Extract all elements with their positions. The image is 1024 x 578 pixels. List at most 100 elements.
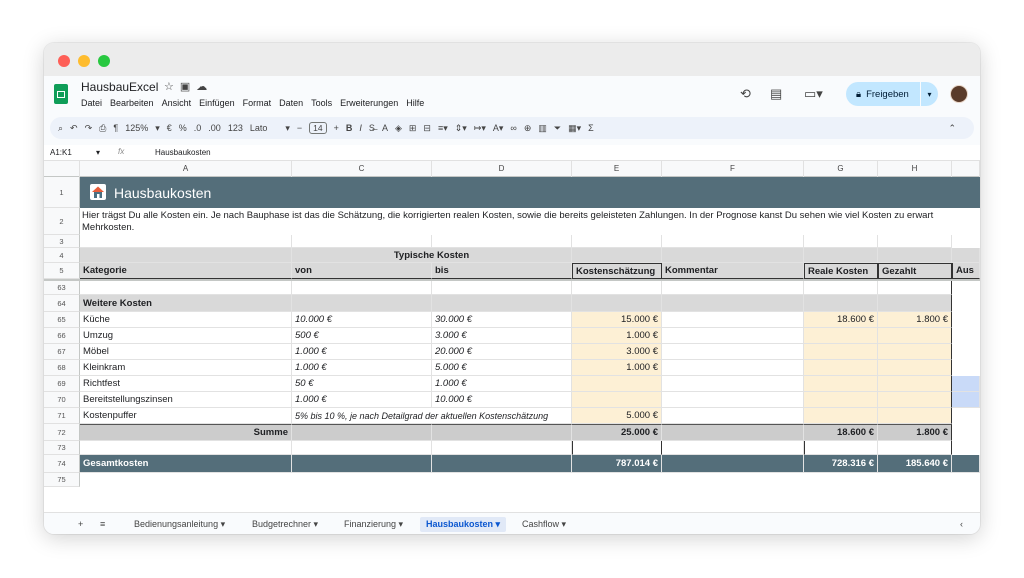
cell-von[interactable]: 50 € <box>292 376 432 392</box>
header-kategorie[interactable]: Kategorie <box>80 263 292 279</box>
cell[interactable] <box>878 248 952 263</box>
cell-kategorie[interactable]: Kostenpuffer <box>80 408 292 424</box>
row-header[interactable]: 74 <box>44 455 80 473</box>
cell-von[interactable]: 1.000 € <box>292 392 432 408</box>
cell-kommentar[interactable] <box>662 360 804 376</box>
undo-icon[interactable]: ↶ <box>70 123 78 134</box>
summe-reale-kosten[interactable]: 18.600 € <box>804 424 878 441</box>
cell[interactable] <box>292 281 432 295</box>
cell[interactable] <box>292 295 432 312</box>
cell-reale-kosten[interactable] <box>804 376 878 392</box>
formula-input[interactable]: Hausbaukosten <box>155 148 211 157</box>
menu-erweiterungen[interactable]: Erweiterungen <box>340 98 398 108</box>
cell-reale-kosten[interactable] <box>804 344 878 360</box>
cell-bis[interactable]: 5.000 € <box>432 360 572 376</box>
currency-format-button[interactable]: € <box>167 123 172 133</box>
align-icon[interactable]: ≡▾ <box>438 123 448 134</box>
cell-kategorie[interactable]: Umzug <box>80 328 292 344</box>
cell[interactable] <box>80 235 292 248</box>
cell[interactable] <box>80 281 292 295</box>
page-title[interactable]: Hausbaukosten <box>80 177 980 208</box>
close-window-button[interactable] <box>58 55 70 67</box>
cell[interactable] <box>662 248 804 263</box>
document-title[interactable]: HausbauExcel <box>81 80 158 94</box>
gesamt-kostenschaetzung[interactable]: 787.014 € <box>572 455 662 473</box>
cell[interactable] <box>572 235 662 248</box>
cell-kommentar[interactable] <box>662 392 804 408</box>
cell[interactable] <box>662 295 804 312</box>
header-reale-kosten[interactable]: Reale Kosten <box>804 263 878 279</box>
cell[interactable] <box>662 424 804 441</box>
cell-kostenschaetzung[interactable] <box>572 392 662 408</box>
header-bis[interactable]: bis <box>432 263 572 279</box>
cell-reale-kosten[interactable] <box>804 392 878 408</box>
typische-kosten-header[interactable]: Typische Kosten <box>292 248 572 263</box>
share-button[interactable]: 🔒︎ Freigeben ▾ <box>846 82 938 106</box>
row-header[interactable]: 2 <box>44 208 80 235</box>
row-header[interactable]: 70 <box>44 392 80 408</box>
cell-gezahlt[interactable] <box>878 408 952 424</box>
cell-kommentar[interactable] <box>662 376 804 392</box>
cell-kommentar[interactable] <box>662 312 804 328</box>
cell-reale-kosten[interactable] <box>804 360 878 376</box>
search-icon[interactable]: ⌕ <box>58 123 63 134</box>
row-header[interactable]: 71 <box>44 408 80 424</box>
header-gezahlt[interactable]: Gezahlt <box>878 263 952 279</box>
cell-gezahlt[interactable]: 1.800 € <box>878 312 952 328</box>
cell[interactable] <box>432 281 572 295</box>
cell[interactable] <box>804 281 878 295</box>
cell[interactable] <box>292 441 432 455</box>
row-header[interactable]: 67 <box>44 344 80 360</box>
menu-einfuegen[interactable]: Einfügen <box>199 98 235 108</box>
cell-kommentar[interactable] <box>662 328 804 344</box>
row-header[interactable]: 3 <box>44 235 80 248</box>
cell-gezahlt[interactable] <box>878 328 952 344</box>
cell[interactable] <box>572 295 662 312</box>
cell-bis[interactable]: 3.000 € <box>432 328 572 344</box>
row-header[interactable]: 68 <box>44 360 80 376</box>
cell[interactable] <box>878 295 952 312</box>
cell-bis[interactable]: 30.000 € <box>432 312 572 328</box>
meet-icon[interactable]: ▭▾ <box>804 86 823 102</box>
cell-kostenschaetzung[interactable]: 1.000 € <box>572 328 662 344</box>
cell[interactable] <box>662 441 804 455</box>
cell[interactable] <box>432 441 572 455</box>
column-header-f[interactable]: F <box>662 161 804 177</box>
scroll-tabs-left-icon[interactable]: ‹ <box>960 519 963 529</box>
column-header-c[interactable]: C <box>292 161 432 177</box>
bold-icon[interactable]: B <box>346 123 353 133</box>
column-header-d[interactable]: D <box>432 161 572 177</box>
increase-decimal-button[interactable]: .00 <box>208 123 221 133</box>
cell-bis[interactable]: 10.000 € <box>432 392 572 408</box>
summe-gezahlt[interactable]: 1.800 € <box>878 424 952 441</box>
cell-gezahlt[interactable] <box>878 344 952 360</box>
share-dropdown-icon[interactable]: ▾ <box>920 82 938 106</box>
font-size-decrease-button[interactable]: − <box>297 123 302 133</box>
menu-hilfe[interactable]: Hilfe <box>406 98 424 108</box>
italic-icon[interactable]: I <box>359 123 362 133</box>
cell-reale-kosten[interactable]: 18.600 € <box>804 312 878 328</box>
cell-von[interactable]: 500 € <box>292 328 432 344</box>
redo-icon[interactable]: ↷ <box>85 123 93 134</box>
menu-bearbeiten[interactable]: Bearbeiten <box>110 98 154 108</box>
filter-icon[interactable]: ⏷ <box>554 123 561 134</box>
row-header[interactable]: 66 <box>44 328 80 344</box>
cell[interactable] <box>878 235 952 248</box>
gesamtkosten-label[interactable]: Gesamtkosten <box>80 455 292 473</box>
row-header[interactable]: 73 <box>44 441 80 455</box>
cell[interactable] <box>432 455 572 473</box>
cell-von[interactable]: 1.000 € <box>292 360 432 376</box>
summe-label[interactable]: Summe <box>80 424 292 441</box>
cell-kategorie[interactable]: Kleinkram <box>80 360 292 376</box>
cell[interactable] <box>662 235 804 248</box>
header-kostenschaetzung[interactable]: Kostenschätzung <box>572 263 662 279</box>
cell[interactable] <box>432 295 572 312</box>
zoom-select[interactable]: 125% <box>125 123 148 133</box>
row-header[interactable]: 4 <box>44 248 80 263</box>
link-icon[interactable]: ∞ <box>510 123 516 133</box>
menu-format[interactable]: Format <box>243 98 272 108</box>
cell[interactable] <box>804 235 878 248</box>
cell[interactable] <box>432 235 572 248</box>
font-size-input[interactable]: 14 <box>309 122 327 134</box>
cell-kostenschaetzung[interactable]: 15.000 € <box>572 312 662 328</box>
